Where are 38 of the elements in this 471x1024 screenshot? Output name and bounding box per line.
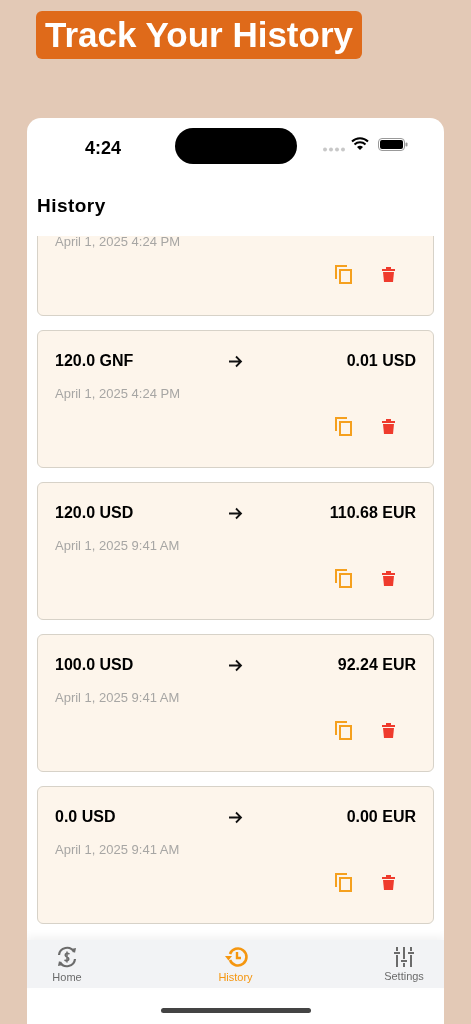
to-amount: 0.01 USD — [345, 351, 416, 371]
copy-icon[interactable] — [335, 873, 352, 892]
arrow-icon — [228, 810, 243, 824]
to-amount: 92.24 EUR — [336, 655, 416, 675]
trash-icon[interactable] — [382, 419, 395, 434]
arrow-icon — [228, 658, 243, 672]
copy-icon[interactable] — [335, 417, 352, 436]
conversion-date: April 1, 2025 9:41 AM — [55, 841, 180, 859]
conversion-date: April 1, 2025 4:24 PM — [55, 236, 181, 251]
tab-item[interactable]: Settings — [374, 940, 434, 988]
trash-icon[interactable] — [382, 571, 395, 586]
copy-icon[interactable] — [335, 569, 352, 588]
trash-icon[interactable] — [382, 267, 395, 282]
copy-icon[interactable] — [335, 265, 352, 284]
page-title: History — [37, 193, 106, 218]
battery-icon — [378, 138, 408, 151]
conversion-date: April 1, 2025 9:41 AM — [55, 689, 180, 707]
from-amount: 100.0 USD — [55, 655, 135, 675]
history-icon — [223, 946, 248, 968]
sliders-icon — [394, 947, 414, 967]
to-amount: 110.68 EUR — [328, 503, 416, 523]
tab-item[interactable]: Home — [37, 940, 97, 988]
from-amount: 0.0 USD — [55, 807, 117, 827]
exchange-icon — [56, 946, 78, 968]
conversion-date: April 1, 2025 4:24 PM — [55, 385, 181, 403]
status-time: 4:24 — [85, 137, 122, 160]
arrow-icon — [228, 506, 243, 520]
from-amount: 120.0 USD — [55, 503, 135, 523]
signal-icon — [323, 147, 345, 152]
wifi-icon — [351, 137, 369, 151]
arrow-icon — [228, 354, 243, 368]
from-amount: 120.0 GNF — [55, 351, 135, 371]
copy-icon[interactable] — [335, 721, 352, 740]
trash-icon[interactable] — [382, 875, 395, 890]
to-amount: 0.00 EUR — [345, 807, 416, 827]
banner-title: Track Your History — [36, 11, 362, 59]
conversion-date: April 1, 2025 9:41 AM — [55, 537, 180, 555]
trash-icon[interactable] — [382, 723, 395, 738]
